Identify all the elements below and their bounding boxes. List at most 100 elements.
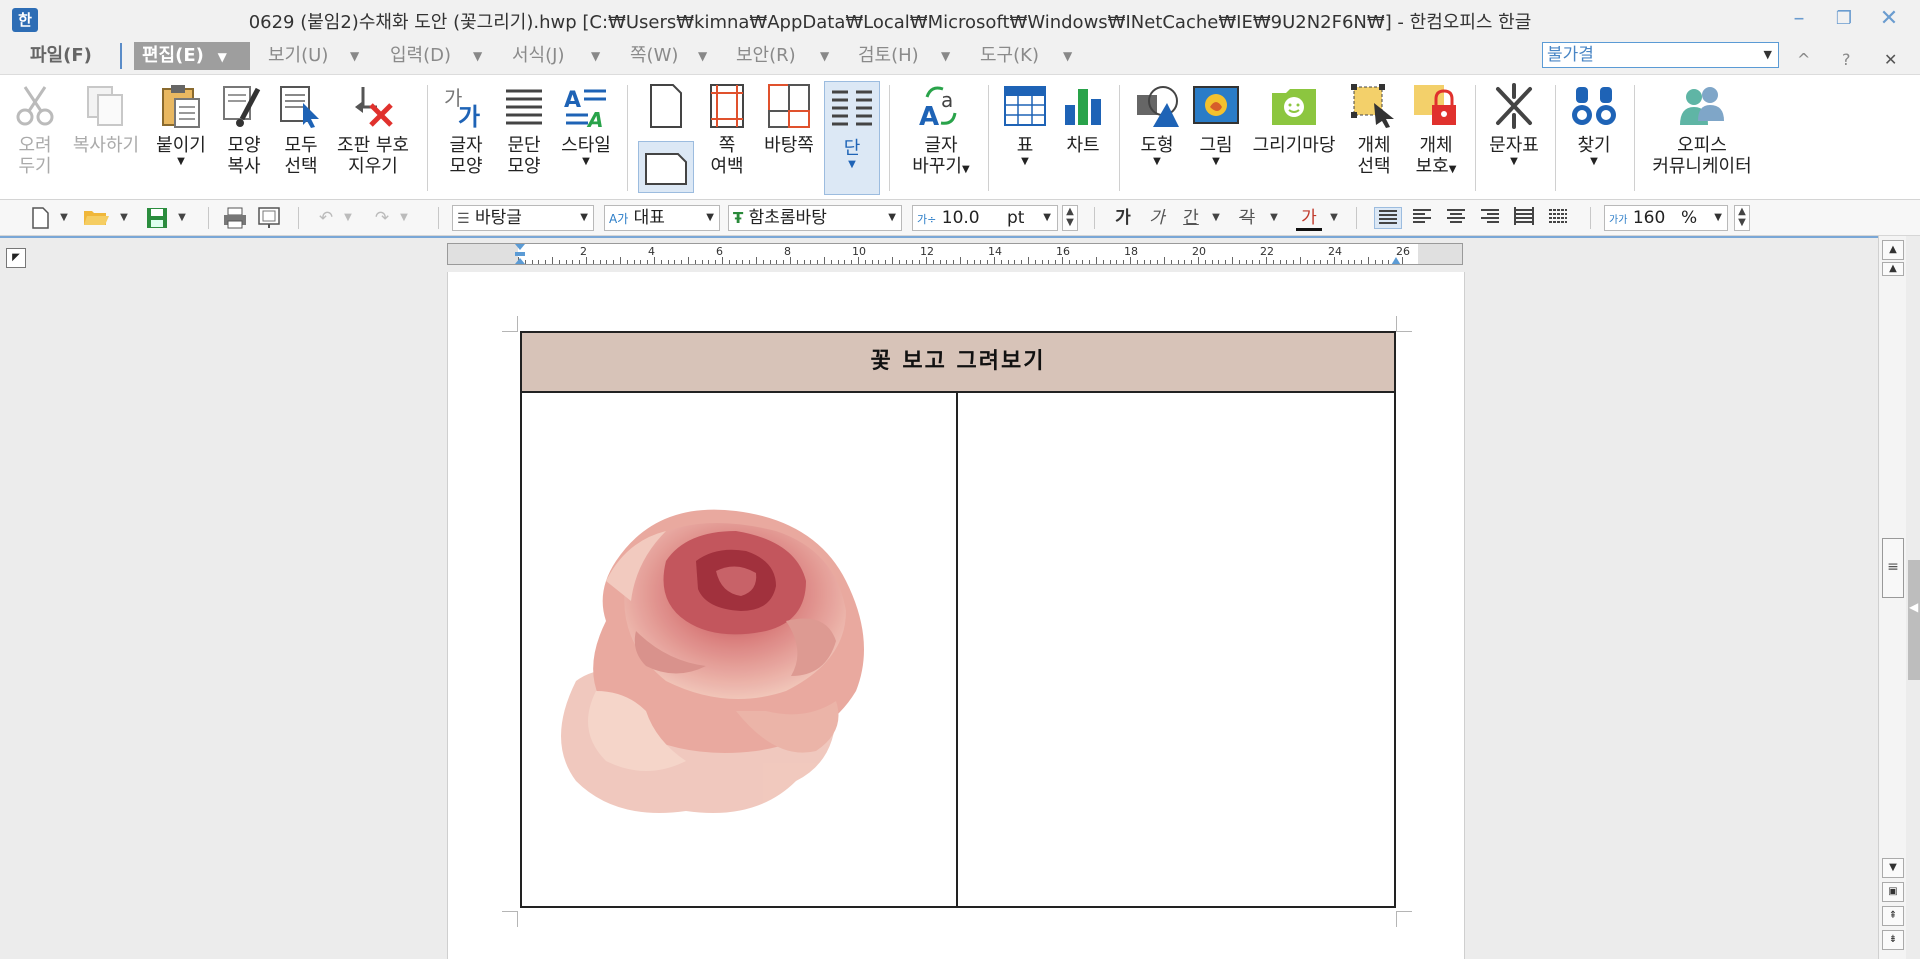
underline-button[interactable]: 간 (1178, 207, 1204, 229)
table-cell-image[interactable] (522, 393, 958, 906)
print-preview-icon[interactable] (256, 207, 282, 229)
font-size-combo[interactable]: 가÷ 10.0 pt ▼ (912, 205, 1058, 231)
menu-tools[interactable]: 도구(K) (972, 42, 1047, 70)
style-combo[interactable]: 불가결 ▼ (1542, 42, 1779, 68)
document-table[interactable]: 꽃 보고 그려보기 (520, 331, 1396, 908)
chart-button[interactable]: 차트 (1056, 83, 1110, 156)
scrollbar-thumb[interactable]: ≡ (1882, 538, 1904, 598)
chevron-down-icon[interactable]: ▼ (350, 42, 359, 70)
menu-format[interactable]: 서식(J) (504, 42, 572, 70)
align-distribute-icon[interactable] (1510, 207, 1538, 229)
chevron-down-icon[interactable]: ▼ (1328, 207, 1340, 229)
table-button[interactable]: 표 ▼ (998, 83, 1052, 168)
next-page-icon[interactable]: ⇟ (1882, 930, 1904, 950)
chevron-down-icon[interactable]: ▼ (1063, 42, 1072, 70)
restore-button[interactable]: ❐ (1824, 4, 1864, 34)
background-page-button[interactable]: 바탕쪽 (758, 83, 820, 156)
office-communicator-button[interactable]: 오피스 커뮤니케이터 (1646, 83, 1758, 177)
save-icon[interactable] (144, 207, 170, 229)
draw-market-button[interactable]: 그리기마당 (1248, 83, 1340, 156)
para-shape-button[interactable]: 문단 모양 (498, 83, 550, 177)
scroll-up-icon[interactable]: ▲ (1882, 240, 1904, 260)
align-right-icon[interactable] (1476, 207, 1504, 229)
align-left-icon[interactable] (1408, 207, 1436, 229)
print-icon[interactable] (222, 207, 248, 229)
undo-icon[interactable]: ↶ (314, 207, 338, 229)
chevron-down-icon[interactable]: ▼ (698, 42, 707, 70)
chevron-down-icon[interactable]: ▼ (820, 42, 829, 70)
right-indent-marker[interactable] (1388, 252, 1404, 264)
align-center-icon[interactable] (1442, 207, 1470, 229)
picture-button[interactable]: 그림 ▼ (1188, 83, 1244, 168)
menu-page[interactable]: 쪽(W) (622, 42, 686, 70)
chevron-down-icon[interactable]: ▼ (118, 207, 130, 229)
menu-view[interactable]: 보기(U) (260, 42, 336, 70)
chevron-down-icon[interactable]: ▼ (1210, 207, 1222, 229)
chevron-down-icon[interactable]: ▼ (591, 42, 600, 70)
ribbon-collapse-button[interactable]: ^ (1797, 50, 1810, 69)
previous-page-icon[interactable]: ⇞ (1882, 906, 1904, 926)
scroll-top-icon[interactable]: ▲ (1882, 262, 1904, 276)
close-button[interactable]: ✕ (1869, 4, 1909, 34)
italic-button[interactable]: 가 (1144, 207, 1170, 229)
new-document-icon[interactable] (28, 207, 52, 229)
watercolor-rose-image[interactable] (536, 461, 936, 841)
redo-icon[interactable]: ↷ (370, 207, 394, 229)
shape-button[interactable]: 도형 ▼ (1130, 83, 1184, 168)
horizontal-ruler[interactable]: 2 4 6 8 10 12 14 16 18 20 22 24 26 (447, 243, 1463, 265)
menu-file[interactable]: 파일(F) (22, 42, 100, 70)
font-color-button[interactable]: 가 (1296, 207, 1322, 231)
char-replace-button[interactable]: Aa 글자 바꾸기▼ (902, 83, 980, 180)
menu-insert[interactable]: 입력(D) (382, 42, 459, 70)
find-button[interactable]: 찾기 ▼ (1566, 83, 1622, 168)
chevron-down-icon[interactable]: ▼ (941, 42, 950, 70)
menu-review[interactable]: 검토(H) (850, 42, 927, 70)
close-document-button[interactable]: ✕ (1884, 50, 1897, 69)
symbol-button[interactable]: 문자표 ▼ (1484, 83, 1544, 168)
line-spacing-stepper[interactable]: ▲ ▼ (1734, 205, 1750, 231)
document-workspace[interactable]: ◤ 2 4 6 8 10 12 14 16 18 20 22 24 26 꽃 보고 그려보기 (0, 236, 1878, 959)
paste-button[interactable]: 붙이기 ▼ (150, 83, 212, 168)
clear-marks-button[interactable]: 조판 부호 지우기 (330, 83, 416, 177)
page-margin-button[interactable]: 쪽 여백 (700, 83, 754, 177)
vertical-scrollbar[interactable]: ▲ ▲ ≡ ▼ ▣ ⇞ ⇟ (1878, 236, 1906, 959)
copy-button[interactable]: 복사하기 (68, 83, 144, 156)
char-shape-button[interactable]: 가가 글자 모양 (438, 83, 494, 177)
format-copy-button[interactable]: 모양 복사 (216, 83, 272, 177)
align-justify-icon[interactable] (1374, 207, 1402, 229)
chevron-down-icon[interactable]: ▼ (58, 207, 70, 229)
view-corner-button[interactable]: ◤ (6, 248, 26, 268)
font-size-stepper[interactable]: ▲ ▼ (1062, 205, 1078, 231)
table-cell-drawing-area[interactable] (960, 393, 1394, 906)
chevron-down-icon[interactable]: ▼ (398, 207, 410, 229)
paragraph-style-combo[interactable]: ☰ 바탕글 ▼ (452, 205, 594, 231)
page-landscape-button[interactable] (638, 141, 694, 193)
chevron-down-icon[interactable]: ▼ (176, 207, 188, 229)
chevron-down-icon[interactable]: ▼ (342, 207, 354, 229)
chevron-down-icon[interactable]: ▼ (473, 42, 482, 70)
minimize-button[interactable]: – (1779, 4, 1819, 34)
chevron-down-icon[interactable]: ▼ (1268, 207, 1280, 229)
page-orientation-button[interactable] (636, 83, 694, 129)
side-panel-toggle[interactable] (1908, 560, 1920, 680)
line-spacing-combo[interactable]: 가가 160 % ▼ (1604, 205, 1728, 231)
bold-button[interactable]: 가 (1110, 207, 1136, 229)
cut-button[interactable]: 오려 두기 (8, 83, 62, 177)
strikethrough-button[interactable]: 각 (1234, 207, 1260, 229)
open-folder-icon[interactable] (82, 207, 110, 229)
column-button[interactable]: 단 ▼ (824, 81, 880, 195)
help-button[interactable]: ? (1842, 50, 1851, 69)
page-view-icon[interactable]: ▣ (1882, 882, 1904, 902)
object-protect-button[interactable]: 개체 보호▼ (1406, 83, 1466, 180)
chevron-left-icon[interactable]: ◀ (1909, 600, 1918, 614)
align-split-icon[interactable] (1544, 207, 1572, 229)
left-indent-marker[interactable] (514, 244, 526, 264)
menu-security[interactable]: 보안(R) (728, 42, 804, 70)
object-select-button[interactable]: 개체 선택 (1346, 83, 1402, 177)
table-header-cell[interactable]: 꽃 보고 그려보기 (522, 333, 1394, 393)
document-page[interactable]: 꽃 보고 그려보기 (447, 272, 1465, 959)
language-combo[interactable]: A가 대표 ▼ (604, 205, 720, 231)
style-button[interactable]: AA 스타일 ▼ (556, 83, 616, 168)
select-all-button[interactable]: 모두 선택 (276, 83, 326, 177)
scroll-down-icon[interactable]: ▼ (1882, 858, 1904, 878)
